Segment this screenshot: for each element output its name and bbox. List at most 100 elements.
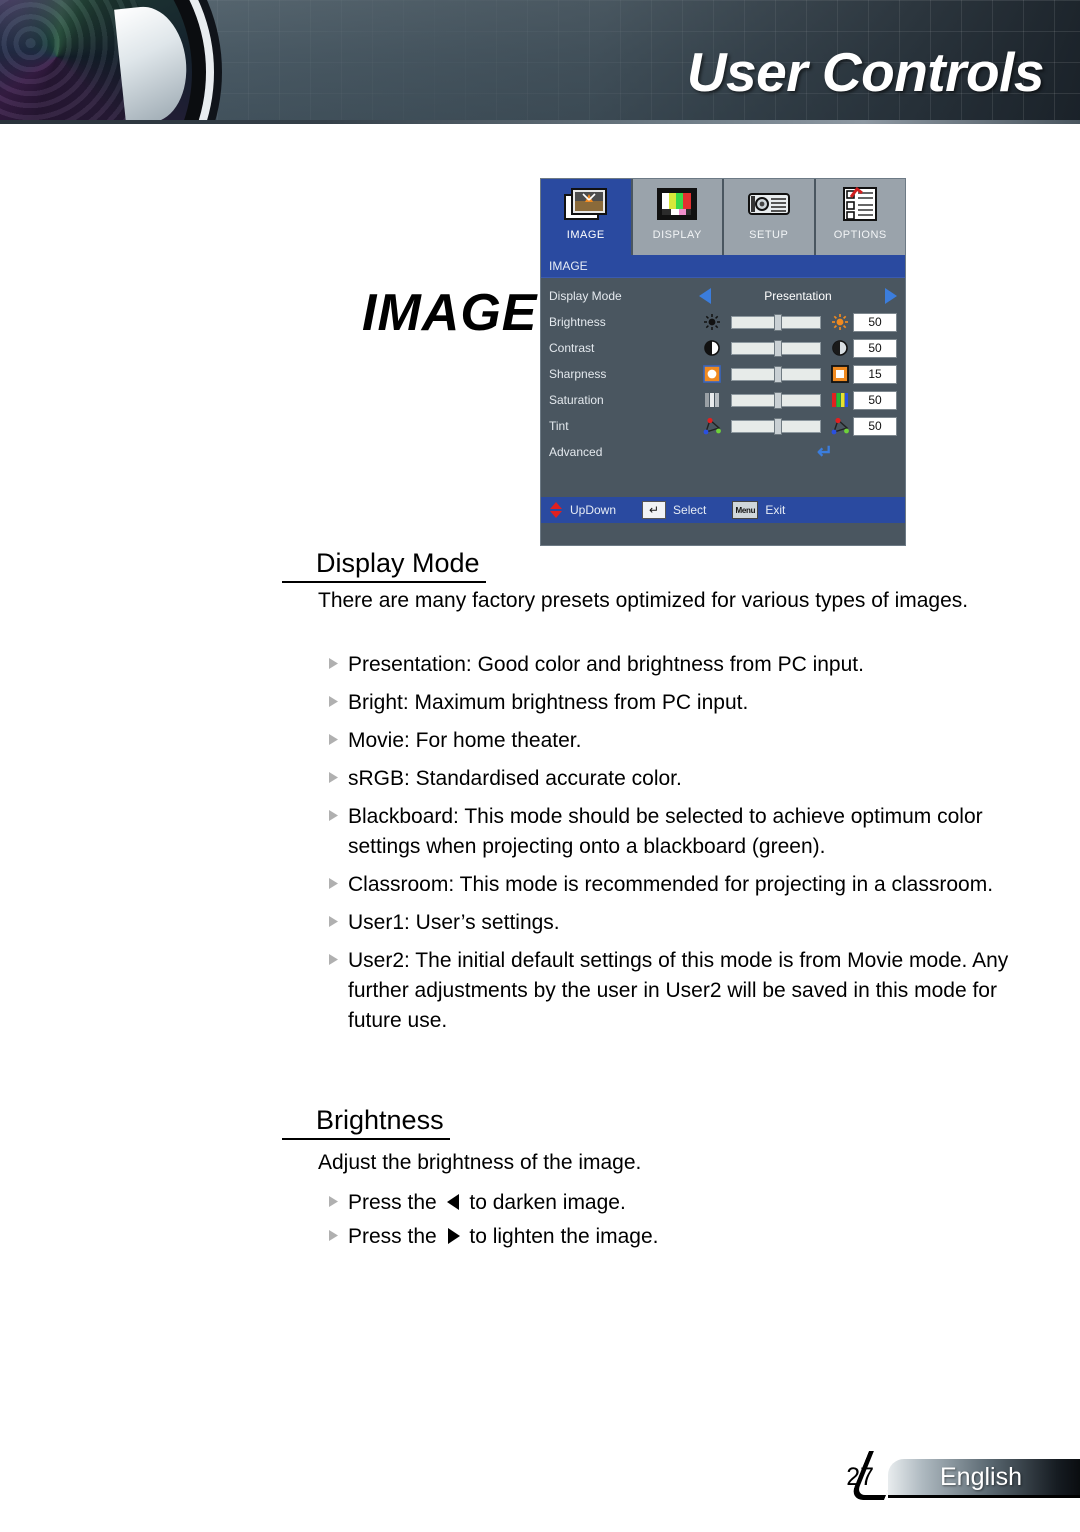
bullet-triangle-icon bbox=[328, 764, 348, 784]
slider-knob[interactable] bbox=[774, 339, 783, 357]
checklist-icon bbox=[816, 179, 906, 229]
osd-menu-title: IMAGE bbox=[541, 255, 905, 278]
bullet-triangle-icon bbox=[328, 1222, 348, 1242]
osd-row-label: Advanced bbox=[549, 445, 603, 459]
bullet-triangle-icon bbox=[328, 802, 348, 822]
bullet-triangle-icon bbox=[328, 908, 348, 928]
osd-hint-label: Select bbox=[673, 503, 707, 517]
lighten-text: to lighten the image. bbox=[463, 1225, 659, 1248]
osd-row-tint[interactable]: Tint 50 bbox=[541, 413, 905, 439]
bullet-triangle-icon bbox=[328, 1188, 348, 1208]
list-item-text: Presentation: Good color and brightness … bbox=[348, 653, 864, 676]
up-down-arrows-icon bbox=[550, 502, 562, 518]
list-item: Movie: For home theater. bbox=[328, 726, 1018, 756]
osd-row-brightness[interactable]: Brightness 50 bbox=[541, 309, 905, 335]
osd-row-label: Sharpness bbox=[549, 367, 607, 381]
slider-knob[interactable] bbox=[774, 365, 783, 383]
osd-menu-body: Display Mode Presentation Brightness 50 bbox=[541, 278, 905, 523]
slider-knob[interactable] bbox=[774, 313, 783, 331]
contrast-light-icon bbox=[827, 339, 853, 357]
osd-tab-setup[interactable]: SETUP bbox=[724, 179, 816, 255]
list-item-text: Classroom: This mode is recommended for … bbox=[348, 873, 994, 896]
osd-row-label: Contrast bbox=[549, 341, 595, 355]
list-item: Press the to lighten the image. bbox=[328, 1222, 1018, 1254]
sun-bright-icon bbox=[827, 313, 853, 331]
osd-tab-image[interactable]: IMAGE bbox=[541, 179, 633, 255]
osd-hint-label: Exit bbox=[765, 503, 786, 517]
osd-tab-options[interactable]: OPTIONS bbox=[815, 179, 906, 255]
tint-color-icon bbox=[827, 417, 853, 435]
saturation-slider[interactable] bbox=[731, 391, 821, 409]
header-divider bbox=[0, 120, 1080, 124]
sharpness-slider[interactable] bbox=[731, 365, 821, 383]
list-item: Presentation: Good color and brightness … bbox=[328, 650, 1018, 680]
osd-row-display-mode[interactable]: Display Mode Presentation bbox=[541, 283, 905, 309]
list-item-text: sRGB: Standardised accurate color. bbox=[348, 767, 682, 790]
osd-row-contrast[interactable]: Contrast 50 bbox=[541, 335, 905, 361]
right-arrow-icon[interactable] bbox=[885, 288, 897, 304]
osd-hint-updown: UpDown bbox=[549, 501, 616, 519]
osd-row-advanced[interactable]: Advanced ↵ bbox=[541, 439, 905, 465]
darken-text: to darken image. bbox=[463, 1191, 626, 1214]
osd-tab-bar: IMAGE DISPLAY SETUP OPTIONS bbox=[541, 179, 905, 255]
sharpness-soft-icon bbox=[699, 365, 725, 383]
list-item-text: Bright: Maximum brightness from PC input… bbox=[348, 691, 749, 714]
brightness-intro: Adjust the brightness of the image. bbox=[318, 1151, 642, 1174]
left-arrow-icon[interactable] bbox=[699, 288, 711, 304]
bullet-triangle-icon bbox=[328, 946, 348, 966]
display-mode-bullet-list: Presentation: Good color and brightness … bbox=[328, 650, 1018, 1044]
picture-icon bbox=[541, 179, 631, 229]
bullet-triangle-icon bbox=[328, 726, 348, 746]
sharpness-hard-icon bbox=[827, 365, 853, 383]
list-item: Press the to darken image. bbox=[328, 1188, 1018, 1220]
osd-tab-label: OPTIONS bbox=[833, 229, 887, 241]
list-item-text: Press the to lighten the image. bbox=[348, 1222, 659, 1254]
osd-row-label: Saturation bbox=[549, 393, 604, 407]
press-the-text: Press the bbox=[348, 1191, 443, 1214]
bullet-triangle-icon bbox=[328, 650, 348, 670]
brightness-bullet-list: Press the to darken image. Press the to … bbox=[328, 1188, 1018, 1256]
display-mode-intro: There are many factory presets optimized… bbox=[318, 589, 969, 612]
left-triangle-icon bbox=[446, 1190, 461, 1220]
saturation-gray-icon bbox=[699, 392, 725, 408]
page-title: User Controls bbox=[686, 41, 1045, 103]
osd-hint-label: UpDown bbox=[570, 503, 617, 517]
list-item: Blackboard: This mode should be selected… bbox=[328, 802, 1018, 862]
saturation-value: 50 bbox=[853, 390, 897, 410]
section-heading-display-mode: Display Mode bbox=[282, 548, 486, 583]
list-item-text: User1: User’s settings. bbox=[348, 911, 560, 934]
osd-tab-label: DISPLAY bbox=[652, 229, 702, 241]
list-item: sRGB: Standardised accurate color. bbox=[328, 764, 1018, 794]
list-item: Bright: Maximum brightness from PC input… bbox=[328, 688, 1018, 718]
language-label: English bbox=[940, 1462, 1022, 1491]
language-bar: English bbox=[888, 1459, 1080, 1495]
osd-row-saturation[interactable]: Saturation 50 bbox=[541, 387, 905, 413]
bullet-triangle-icon bbox=[328, 870, 348, 890]
slider-knob[interactable] bbox=[774, 417, 783, 435]
section-word-image: IMAGE bbox=[362, 284, 538, 342]
enter-arrow-icon[interactable]: ↵ bbox=[817, 443, 833, 462]
list-item: User1: User’s settings. bbox=[328, 908, 1018, 938]
osd-hint-exit: Menu Exit bbox=[732, 501, 785, 519]
enter-key-icon: ↵ bbox=[642, 501, 667, 519]
osd-tab-display[interactable]: DISPLAY bbox=[632, 179, 724, 255]
page-footer: 27 English bbox=[0, 1440, 1080, 1532]
osd-row-sharpness[interactable]: Sharpness 15 bbox=[541, 361, 905, 387]
osd-tab-label: IMAGE bbox=[566, 229, 605, 241]
saturation-color-icon bbox=[827, 392, 853, 408]
osd-row-label: Brightness bbox=[549, 315, 606, 329]
brightness-slider[interactable] bbox=[731, 313, 821, 331]
color-bars-icon bbox=[633, 179, 723, 229]
list-item: User2: The initial default settings of t… bbox=[328, 946, 1018, 1036]
list-item-text: User2: The initial default settings of t… bbox=[348, 949, 1009, 1032]
contrast-value: 50 bbox=[853, 338, 897, 358]
tint-slider[interactable] bbox=[731, 417, 821, 435]
list-item: Classroom: This mode is recommended for … bbox=[328, 870, 1018, 900]
tint-icon bbox=[699, 417, 725, 435]
list-item-text: Blackboard: This mode should be selected… bbox=[348, 805, 983, 858]
contrast-slider[interactable] bbox=[731, 339, 821, 357]
osd-hint-bar: UpDown ↵ Select Menu Exit bbox=[541, 497, 905, 523]
osd-hint-select: ↵ Select bbox=[642, 501, 706, 519]
contrast-dark-icon bbox=[699, 339, 725, 357]
slider-knob[interactable] bbox=[774, 391, 783, 409]
